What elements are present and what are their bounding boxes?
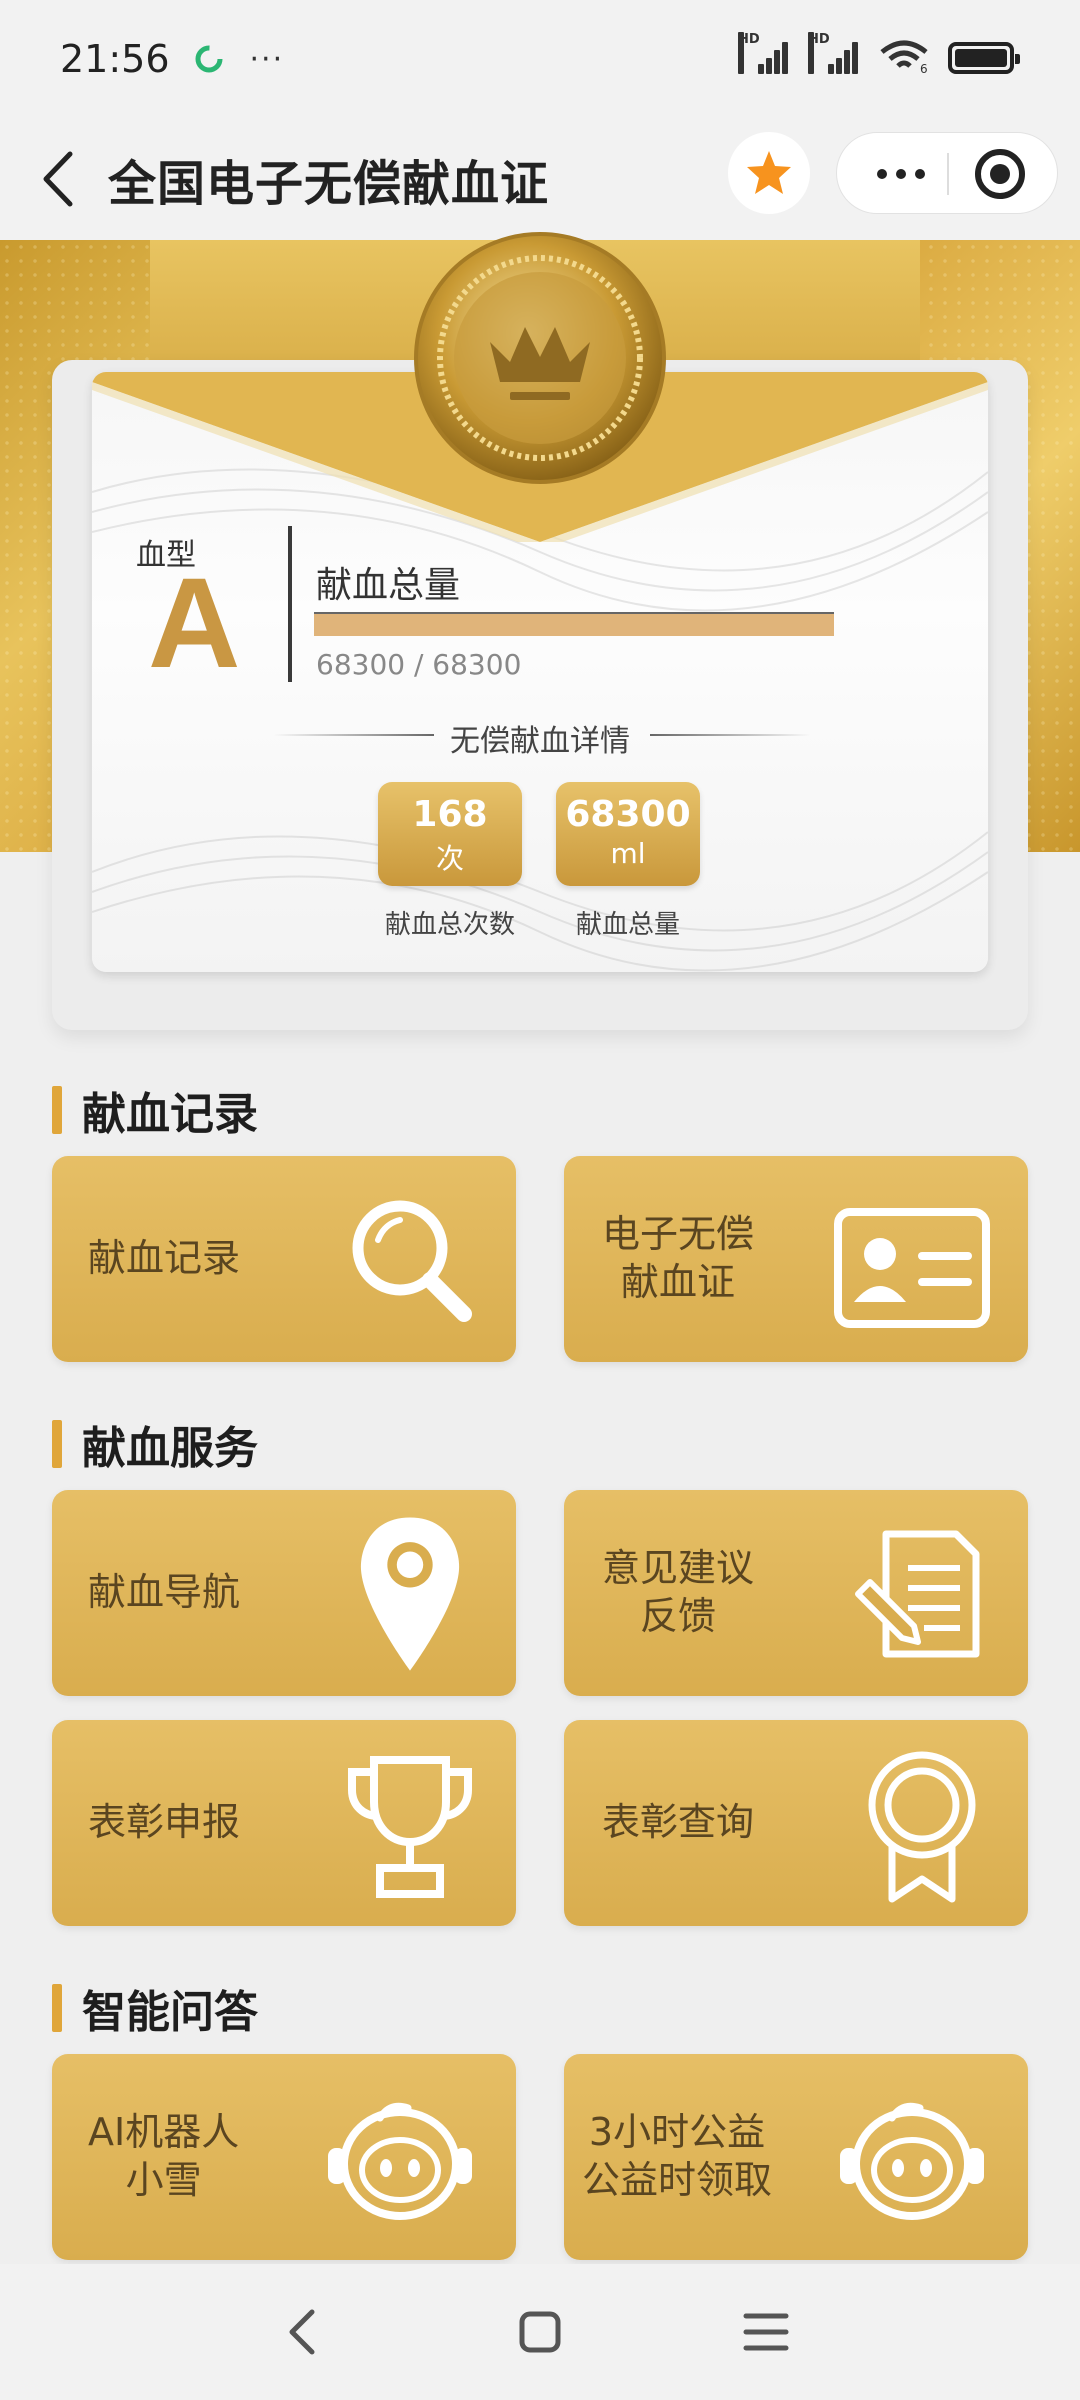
stat-count-box: 168 次 xyxy=(378,782,522,886)
robot-icon xyxy=(840,2102,984,2220)
tile-volunteer-hours[interactable]: 3小时公益 公益时领取 xyxy=(564,2054,1028,2260)
card-divider xyxy=(288,526,292,682)
system-back-icon[interactable] xyxy=(272,2300,336,2364)
total-volume-label: 献血总量 xyxy=(316,565,461,606)
search-icon xyxy=(352,1200,472,1322)
stat-count-value: 168 xyxy=(412,794,488,835)
tile-label-line2: 献血证 xyxy=(621,1260,736,1304)
status-bar: 21:56 ··· HD HD 6 xyxy=(0,0,1080,118)
document-edit-icon xyxy=(855,1530,980,1658)
stat-count-unit: 次 xyxy=(435,842,464,875)
tile-donation-navigation[interactable]: 献血导航 xyxy=(52,1490,516,1696)
detail-title: 无偿献血详情 xyxy=(450,724,630,759)
section-title-qa: 智能问答 xyxy=(52,1976,258,2040)
favorite-button[interactable] xyxy=(728,132,810,214)
location-pin-icon xyxy=(360,1517,460,1671)
stat-volume-box: 68300 ml xyxy=(556,782,700,886)
trophy-icon xyxy=(348,1756,472,1898)
tile-label-line1: 意见建议 xyxy=(602,1546,755,1590)
tile-label: 3小时公益 公益时领取 xyxy=(582,2108,772,2204)
stat-volume-unit: ml xyxy=(610,837,646,870)
back-arrow-icon[interactable] xyxy=(32,144,92,214)
status-more-dots: ··· xyxy=(249,41,285,77)
system-navigation-bar xyxy=(0,2264,1080,2400)
app-notification-icon xyxy=(195,45,223,73)
tile-label-line2: 公益时领取 xyxy=(582,2158,773,2202)
status-indicators: HD HD 6 xyxy=(738,32,1020,74)
tile-label-line1: AI机器人 xyxy=(88,2110,240,2154)
tile-label: 表彰查询 xyxy=(602,1800,755,1844)
system-home-icon[interactable] xyxy=(508,2300,572,2364)
stat-volume-value: 68300 xyxy=(565,794,691,835)
tile-feedback[interactable]: 意见建议 反馈 xyxy=(564,1490,1028,1696)
robot-icon xyxy=(328,2102,472,2220)
crown-medal-icon xyxy=(414,232,666,484)
tile-label-line2: 小雪 xyxy=(125,2158,202,2202)
system-menu-icon[interactable] xyxy=(734,2300,798,2364)
tile-ai-robot[interactable]: AI机器人 小雪 xyxy=(52,2054,516,2260)
tile-label: 献血导航 xyxy=(88,1570,241,1614)
signal-icon: HD xyxy=(808,32,860,74)
mini-program-capsule xyxy=(836,132,1058,214)
progress-fill xyxy=(314,614,834,636)
tile-label: 献血记录 xyxy=(88,1236,241,1280)
section-title-services: 献血服务 xyxy=(52,1412,258,1476)
more-options-button[interactable] xyxy=(859,155,943,193)
capsule-divider xyxy=(947,153,949,195)
id-card-icon xyxy=(834,1208,990,1328)
close-mini-program-button[interactable] xyxy=(975,149,1025,199)
section-title-records: 献血记录 xyxy=(52,1078,258,1142)
tile-label: 意见建议 反馈 xyxy=(602,1544,754,1640)
stat-count-caption: 献血总次数 xyxy=(384,910,515,940)
tile-commendation-query[interactable]: 表彰查询 xyxy=(564,1720,1028,1926)
tile-label-line2: 反馈 xyxy=(640,1594,717,1638)
nav-bar: 全国电子无偿献血证 xyxy=(0,118,1080,240)
tile-label: 电子无偿 献血证 xyxy=(602,1210,754,1306)
tile-label-line1: 电子无偿 xyxy=(602,1212,755,1256)
svg-text:6: 6 xyxy=(920,62,928,74)
award-ribbon-icon xyxy=(868,1751,976,1903)
wifi-icon: 6 xyxy=(880,40,928,74)
blood-type-value: A xyxy=(148,552,241,695)
tile-commendation-apply[interactable]: 表彰申报 xyxy=(52,1720,516,1926)
donation-progress-bar xyxy=(314,612,834,636)
signal-icon: HD xyxy=(738,32,790,74)
tile-label: 表彰申报 xyxy=(88,1800,241,1844)
status-time: 21:56 xyxy=(60,37,170,81)
tile-electronic-certificate[interactable]: 电子无偿 献血证 xyxy=(564,1156,1028,1362)
stat-volume-caption: 献血总量 xyxy=(575,910,680,940)
progress-text: 68300 / 68300 xyxy=(316,648,522,681)
tile-donation-records[interactable]: 献血记录 xyxy=(52,1156,516,1362)
tile-label-line1: 3小时公益 xyxy=(588,2110,766,2154)
page-title: 全国电子无偿献血证 xyxy=(108,156,550,212)
star-icon xyxy=(747,151,791,194)
detail-title-line-right xyxy=(650,734,810,736)
battery-icon xyxy=(948,42,1020,74)
tile-label: AI机器人 小雪 xyxy=(88,2108,239,2204)
